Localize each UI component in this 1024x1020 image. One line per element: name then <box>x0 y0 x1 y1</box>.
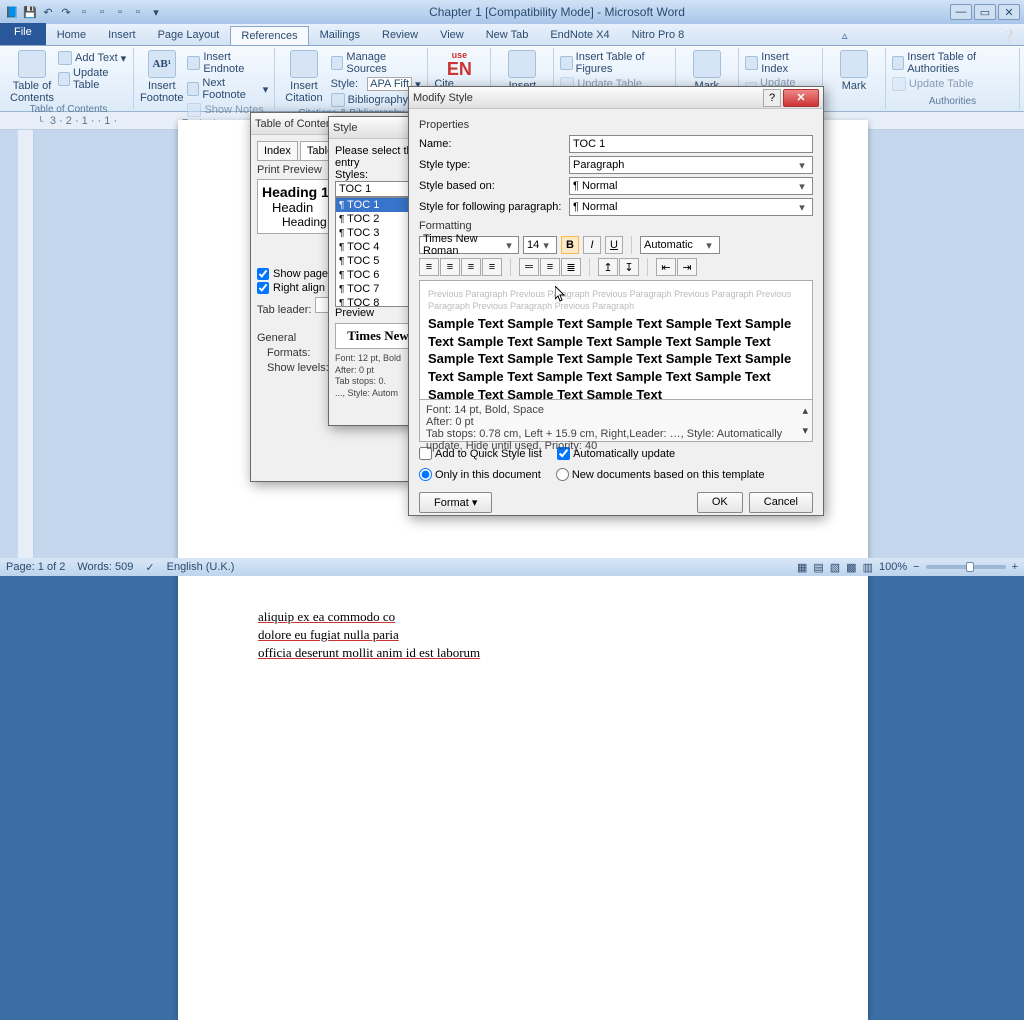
bold-button[interactable]: B <box>561 236 579 254</box>
only-this-doc-radio[interactable]: Only in this document <box>419 468 541 481</box>
view-draft-icon[interactable]: ▥ <box>863 561 873 574</box>
add-text-button[interactable]: Add Text ▾ <box>58 50 127 66</box>
tab-home[interactable]: Home <box>46 25 97 45</box>
scroll-down-icon[interactable]: ▾ <box>802 424 808 437</box>
indent-dec-button[interactable]: ⇤ <box>656 258 676 276</box>
based-select[interactable]: ¶ Normal▾ <box>569 177 813 195</box>
format-preview: Previous Paragraph Previous Paragraph Pr… <box>419 280 813 400</box>
format-button[interactable]: Format ▾ <box>419 492 492 513</box>
tab-endnote[interactable]: EndNote X4 <box>539 25 620 45</box>
tab-review[interactable]: Review <box>371 25 429 45</box>
status-words[interactable]: Words: 509 <box>77 561 133 573</box>
new-docs-radio[interactable]: New documents based on this template <box>556 468 765 481</box>
align-center-button[interactable]: ≡ <box>440 258 460 276</box>
scroll-up-icon[interactable]: ▴ <box>802 404 808 417</box>
dialog-close-button[interactable]: ✕ <box>783 89 819 107</box>
minimize-button[interactable]: — <box>950 4 972 20</box>
qat-icon[interactable]: ▫ <box>130 4 146 20</box>
properties-label: Properties <box>419 119 813 131</box>
zoom-in-button[interactable]: + <box>1012 561 1018 573</box>
tab-new[interactable]: New Tab <box>475 25 540 45</box>
toc-tab-index[interactable]: Index <box>257 141 298 160</box>
insert-toa-button[interactable]: Insert Table of Authorities <box>892 50 1013 76</box>
tab-nitro[interactable]: Nitro Pro 8 <box>621 25 696 45</box>
view-web-icon[interactable]: ▧ <box>830 561 840 574</box>
align-justify-button[interactable]: ≡ <box>482 258 502 276</box>
close-button[interactable]: ✕ <box>998 4 1020 20</box>
tab-references[interactable]: References <box>230 26 308 45</box>
redo-icon[interactable]: ↷ <box>58 4 74 20</box>
tab-mailings[interactable]: Mailings <box>309 25 371 45</box>
ok-button[interactable]: OK <box>697 492 743 513</box>
mark-citation-button[interactable]: Mark <box>829 50 879 92</box>
update-toa-button[interactable]: Update Table <box>892 76 1013 92</box>
tab-page-layout[interactable]: Page Layout <box>147 25 231 45</box>
insert-index-button[interactable]: Insert Index <box>745 50 816 76</box>
dialog-help-button[interactable]: ? <box>763 89 781 107</box>
formats-label: Formats: <box>267 347 310 359</box>
toc-button[interactable]: Table of Contents <box>10 50 54 104</box>
align-left-button[interactable]: ≡ <box>419 258 439 276</box>
show-levels-label: Show levels: <box>267 362 329 374</box>
zoom-out-button[interactable]: − <box>913 561 919 573</box>
zoom-slider[interactable] <box>926 565 1006 569</box>
tab-view[interactable]: View <box>429 25 475 45</box>
qat-icon[interactable]: ▫ <box>76 4 92 20</box>
insert-endnote-button[interactable]: Insert Endnote <box>187 50 268 76</box>
zoom-label[interactable]: 100% <box>879 561 907 573</box>
space-before-button[interactable]: ↥ <box>598 258 618 276</box>
qat-more[interactable]: ▾ <box>148 4 164 20</box>
insert-citation-button[interactable]: Insert Citation <box>281 50 326 104</box>
space-after-button[interactable]: ↧ <box>619 258 639 276</box>
next-footnote-button[interactable]: Next Footnote ▾ <box>187 76 268 102</box>
proofing-icon[interactable]: ✓ <box>145 561 154 574</box>
formatting-label: Formatting <box>419 220 813 232</box>
type-label: Style type: <box>419 159 569 171</box>
align-right-button[interactable]: ≡ <box>461 258 481 276</box>
file-tab[interactable]: File <box>0 23 46 45</box>
save-icon[interactable]: 💾 <box>22 4 38 20</box>
vertical-ruler[interactable] <box>18 130 34 558</box>
group-toc: Table of Contents <box>10 104 127 115</box>
word-icon: 📘 <box>4 4 20 20</box>
tab-leader-label: Tab leader: <box>257 304 311 316</box>
manage-sources-button[interactable]: Manage Sources <box>331 50 422 76</box>
spacing-15-button[interactable]: ≡ <box>540 258 560 276</box>
insert-footnote-button[interactable]: AB¹Insert Footnote <box>140 50 183 104</box>
maximize-button[interactable]: ▭ <box>974 4 996 20</box>
follow-label: Style for following paragraph: <box>419 201 569 213</box>
color-select[interactable]: Automatic▾ <box>640 236 720 254</box>
window-title: Chapter 1 [Compatibility Mode] - Microso… <box>164 5 950 19</box>
indent-inc-button[interactable]: ⇥ <box>677 258 697 276</box>
underline-button[interactable]: U <box>605 236 623 254</box>
help-icon[interactable]: ❔ <box>994 26 1024 45</box>
update-table-button[interactable]: Update Table <box>58 66 127 92</box>
font-select[interactable]: Times New Roman▾ <box>419 236 519 254</box>
insert-tof-button[interactable]: Insert Table of Figures <box>560 50 668 76</box>
name-label: Name: <box>419 138 569 150</box>
type-select[interactable]: Paragraph▾ <box>569 156 813 174</box>
status-page[interactable]: Page: 1 of 2 <box>6 561 65 573</box>
view-print-icon[interactable]: ▦ <box>797 561 807 574</box>
italic-button[interactable]: I <box>583 236 601 254</box>
spacing-1-button[interactable]: ═ <box>519 258 539 276</box>
spacing-2-button[interactable]: ≣ <box>561 258 581 276</box>
view-outline-icon[interactable]: ▩ <box>846 561 856 574</box>
status-lang[interactable]: English (U.K.) <box>167 561 235 573</box>
body-text: aliquip ex ea commodo co dolore eu fugia… <box>258 608 798 663</box>
size-select[interactable]: 14▾ <box>523 236 557 254</box>
qat-icon[interactable]: ▫ <box>94 4 110 20</box>
follow-select[interactable]: ¶ Normal▾ <box>569 198 813 216</box>
view-read-icon[interactable]: ▤ <box>813 561 823 574</box>
style-summary: Font: 14 pt, Bold, Space After: 0 pt Tab… <box>419 400 813 442</box>
qat-icon[interactable]: ▫ <box>112 4 128 20</box>
undo-icon[interactable]: ↶ <box>40 4 56 20</box>
name-input[interactable]: TOC 1 <box>569 135 813 153</box>
cancel-button[interactable]: Cancel <box>749 492 813 513</box>
ribbon-min-icon[interactable]: ▵ <box>834 26 856 45</box>
modify-style-title: Modify Style <box>413 92 763 104</box>
based-label: Style based on: <box>419 180 569 192</box>
tab-insert[interactable]: Insert <box>97 25 147 45</box>
group-authorities: Authorities <box>892 96 1013 107</box>
